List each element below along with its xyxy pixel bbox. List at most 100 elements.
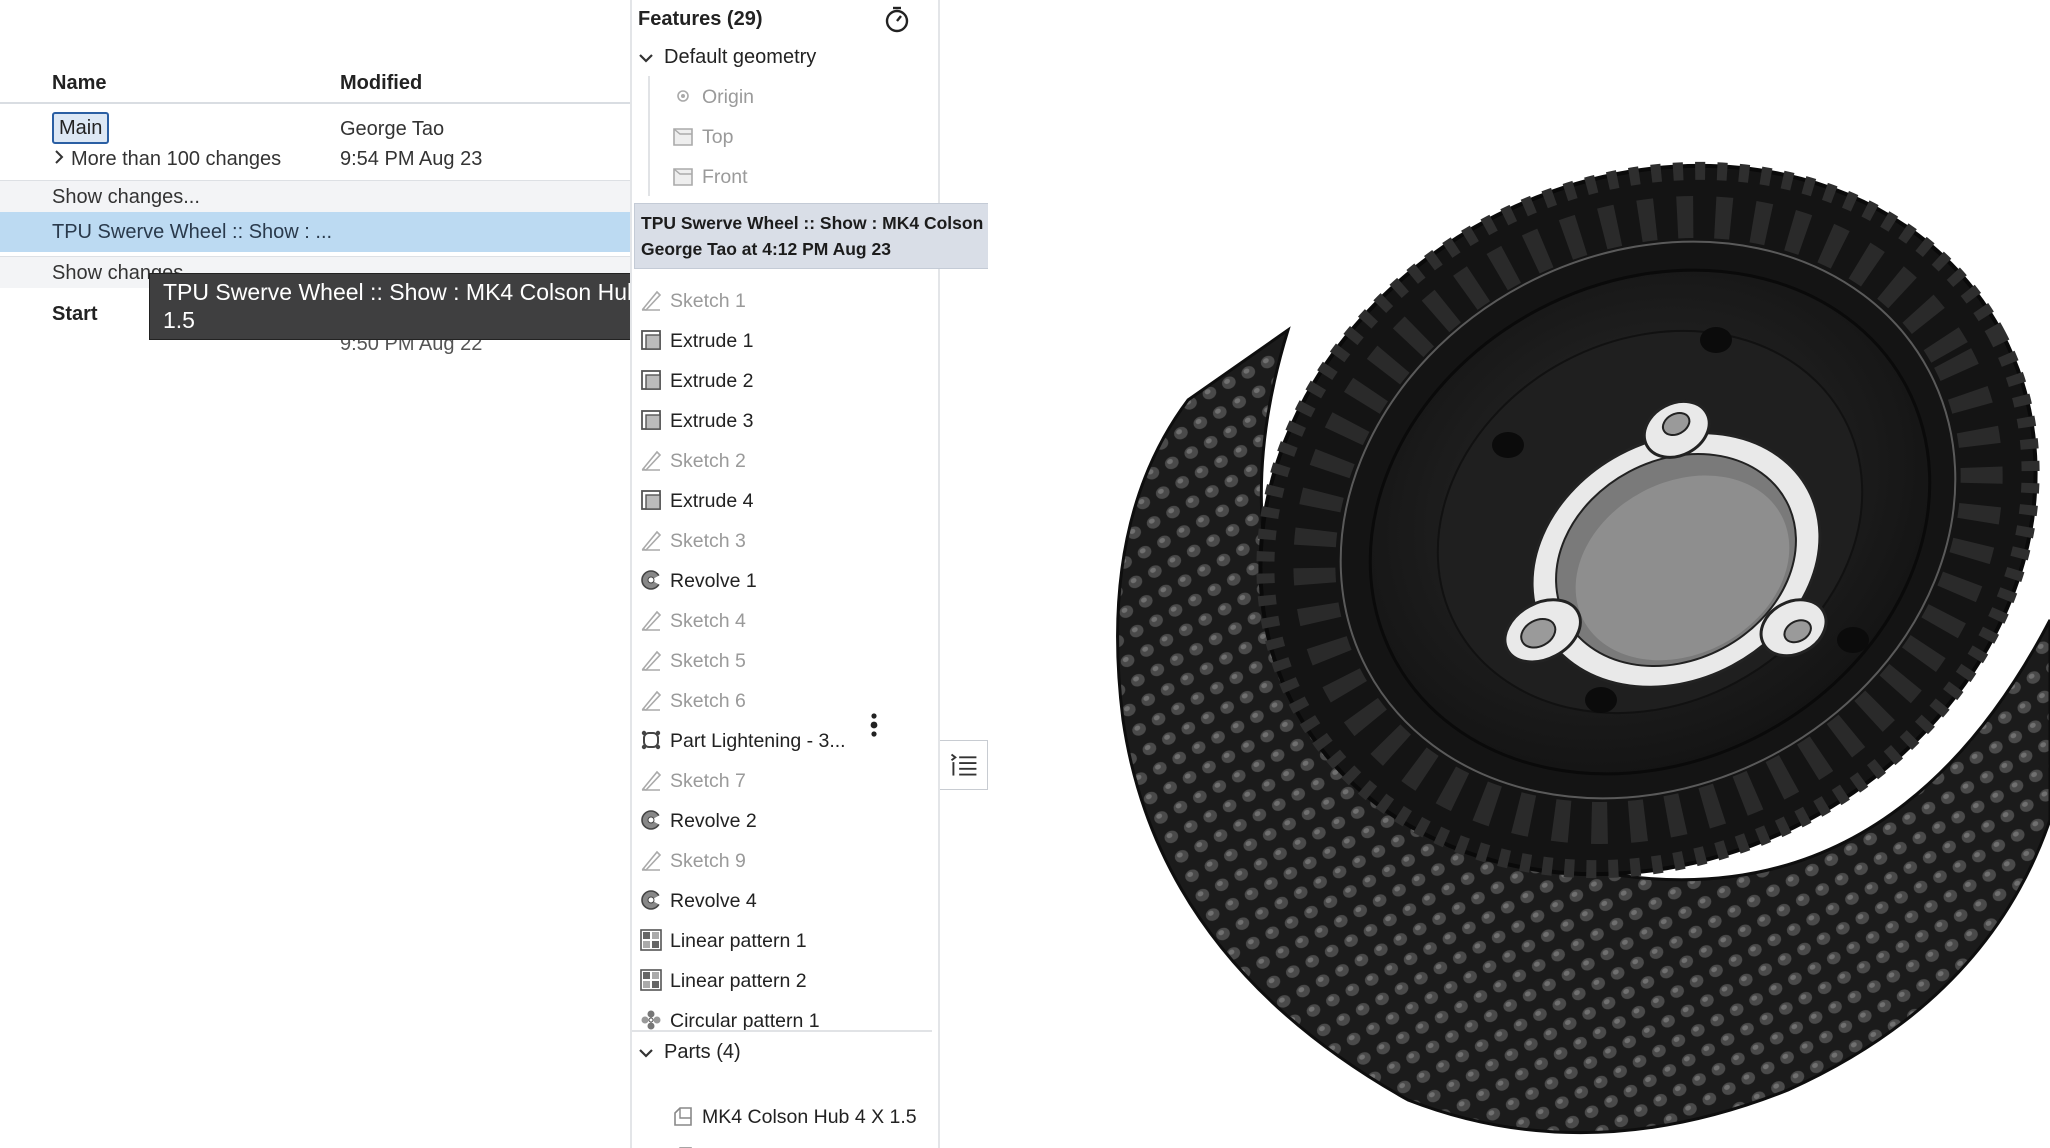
revolve-icon: [641, 570, 662, 591]
main-author: George Tao: [340, 118, 445, 140]
feature-item[interactable]: Extrude 4: [640, 486, 753, 516]
feature-item-label: Revolve 4: [670, 890, 757, 912]
toggle-feature-list-button[interactable]: [940, 740, 988, 790]
feature-item-label: Front: [702, 166, 748, 188]
linear-pattern-icon: [640, 929, 662, 952]
sketch-icon: [641, 771, 662, 792]
version-history-panel: Name Modified Main George Tao More than …: [0, 0, 703, 1148]
sketch-icon: [641, 451, 662, 472]
feature-item[interactable]: Sketch 5: [640, 646, 746, 676]
feature-item-label: Sketch 2: [670, 450, 746, 472]
chevron-right-icon[interactable]: [52, 150, 66, 164]
feature-item-label: Extrude 1: [670, 330, 754, 352]
feature-item[interactable]: Extrude 3: [640, 406, 753, 436]
feature-item[interactable]: Sketch 6: [640, 686, 746, 716]
parts-group[interactable]: Parts (4): [638, 1041, 741, 1064]
show-changes-link[interactable]: Show changes...: [52, 185, 200, 209]
history-table-header: Name Modified: [0, 68, 630, 104]
feature-item[interactable]: Revolve 1: [640, 566, 757, 596]
feature-item[interactable]: Sketch 2: [640, 446, 746, 476]
parts-separator: [632, 1030, 932, 1032]
revolve-icon: [641, 890, 662, 911]
more-options-icon[interactable]: [868, 712, 880, 738]
feature-item[interactable]: Revolve 2: [640, 806, 757, 836]
modified-column-header[interactable]: Modified: [340, 72, 422, 95]
linear-pattern-icon: [640, 969, 662, 992]
history-entry-tooltip: TPU Swerve Wheel :: Show : MK4 Colson Hu…: [149, 273, 703, 340]
sketch-icon: [641, 531, 662, 552]
feature-item-label: MK4 Colson Hub 4 X 1.5: [702, 1106, 917, 1128]
start-entry-label[interactable]: Start: [52, 302, 98, 326]
feature-item[interactable]: Colson Performa 4 X 1.5: [672, 1142, 916, 1148]
feature-item[interactable]: Revolve 4: [640, 886, 757, 916]
main-modified-time: 9:54 PM Aug 23: [340, 148, 483, 170]
wheel-3d-model[interactable]: [988, 0, 2050, 1148]
chevron-down-icon[interactable]: [638, 1045, 654, 1061]
extrude-icon: [641, 410, 661, 431]
feature-item-label: Sketch 9: [670, 850, 746, 872]
selected-entry-label[interactable]: TPU Swerve Wheel :: Show : ...: [52, 220, 332, 244]
tree-guide-line: [648, 76, 650, 196]
origin-icon: [677, 90, 689, 103]
feature-item[interactable]: Top: [672, 122, 733, 152]
sketch-icon: [641, 291, 662, 312]
feature-item-label: Circular pattern 1: [670, 1010, 820, 1032]
sketch-icon: [641, 851, 662, 872]
extrude-icon: [641, 490, 661, 511]
feature-item[interactable]: MK4 Colson Hub 4 X 1.5: [672, 1102, 917, 1132]
feature-item-label: Extrude 4: [670, 490, 754, 512]
feature-item-label: Sketch 4: [670, 610, 746, 632]
circular-pattern-icon: [641, 1010, 661, 1030]
feature-item[interactable]: Origin: [672, 82, 754, 112]
sketch-icon: [641, 651, 662, 672]
parts-title: Parts (4): [664, 1041, 741, 1063]
feature-item[interactable]: Sketch 9: [640, 846, 746, 876]
custom-feature-icon: [641, 731, 661, 750]
feature-item-label: Revolve 1: [670, 570, 757, 592]
feature-item[interactable]: Sketch 1: [640, 286, 746, 316]
feature-item[interactable]: Front: [672, 162, 748, 192]
feature-item[interactable]: Linear pattern 2: [640, 966, 807, 996]
sketch-icon: [641, 691, 662, 712]
name-column-header[interactable]: Name: [52, 72, 106, 95]
rollback-timer-icon[interactable]: [882, 4, 912, 34]
feature-item-label: Sketch 3: [670, 530, 746, 552]
sketch-icon: [641, 611, 662, 632]
feature-item[interactable]: Part Lightening - 3...: [640, 726, 846, 756]
feature-item-label: Linear pattern 2: [670, 970, 807, 992]
default-geometry-group[interactable]: Default geometry: [638, 46, 816, 69]
feature-item[interactable]: Sketch 7: [640, 766, 746, 796]
revolve-icon: [641, 810, 662, 831]
feature-item-label: Sketch 5: [670, 650, 746, 672]
feature-item[interactable]: Sketch 3: [640, 526, 746, 556]
plane-icon: [673, 168, 693, 187]
chevron-down-icon[interactable]: [638, 50, 654, 66]
part-icon: [674, 1107, 692, 1127]
feature-item-label: Extrude 2: [670, 370, 754, 392]
feature-list-panel: Features (29) Default geometry Origin Top…: [630, 0, 940, 1148]
feature-item-label: Top: [702, 126, 734, 148]
feature-item[interactable]: Sketch 4: [640, 606, 746, 636]
feature-item-label: Sketch 1: [670, 290, 746, 312]
features-title: Features (29): [638, 8, 763, 30]
3d-viewport[interactable]: [988, 0, 2050, 1148]
list-icon: [950, 753, 977, 776]
selected-history-entry[interactable]: TPU Swerve Wheel :: Show : ...: [0, 212, 630, 252]
feature-item-label: Revolve 2: [670, 810, 757, 832]
feature-item[interactable]: Linear pattern 1: [640, 926, 807, 956]
feature-item-label: Sketch 6: [670, 690, 746, 712]
default-geometry-label: Default geometry: [664, 46, 817, 68]
feature-item[interactable]: Extrude 1: [640, 326, 753, 356]
feature-item-label: Extrude 3: [670, 410, 754, 432]
feature-item-label: Origin: [702, 86, 755, 108]
extrude-icon: [641, 330, 661, 351]
show-changes-row[interactable]: Show changes...: [0, 180, 630, 212]
extrude-icon: [641, 370, 661, 391]
feature-item-label: Linear pattern 1: [670, 930, 807, 952]
main-changes-summary[interactable]: More than 100 changes: [71, 147, 281, 171]
feature-item-label: Sketch 7: [670, 770, 746, 792]
feature-item[interactable]: Extrude 2: [640, 366, 753, 396]
plane-icon: [673, 128, 693, 147]
main-branch-label[interactable]: Main: [52, 112, 110, 144]
feature-item-label: Part Lightening - 3...: [670, 730, 846, 752]
